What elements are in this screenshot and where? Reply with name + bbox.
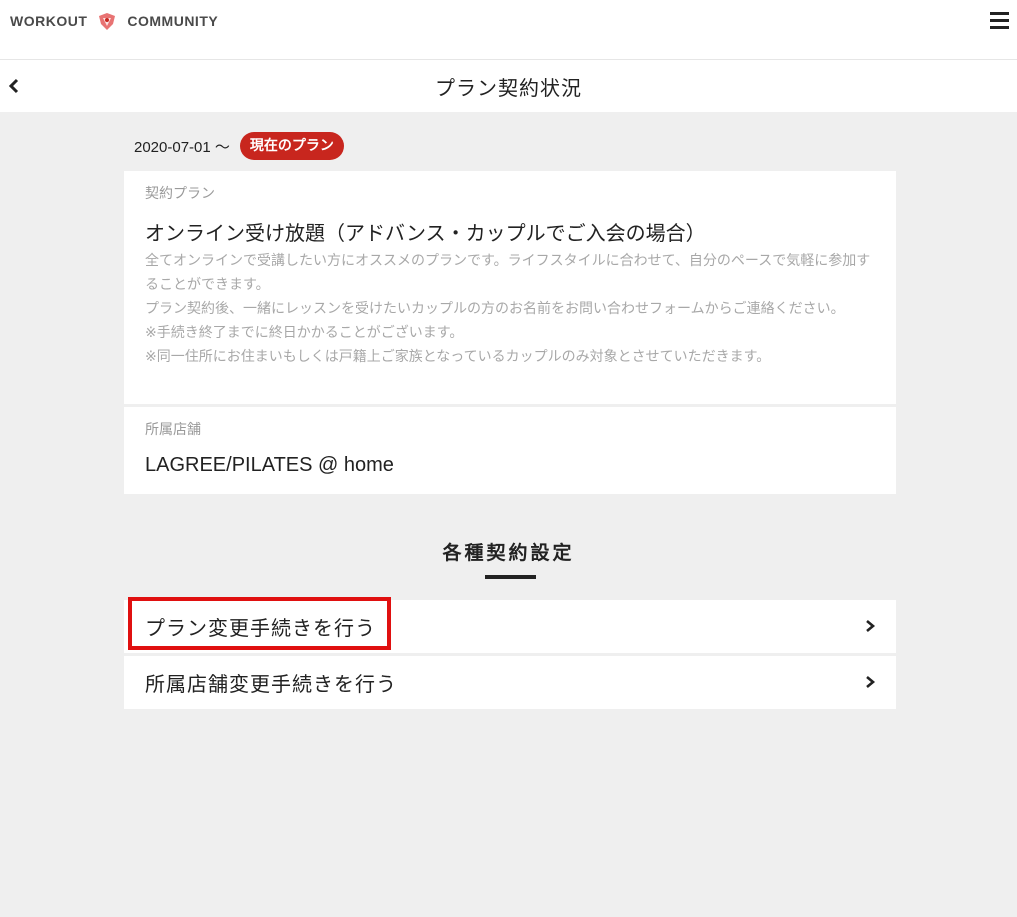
hamburger-menu-icon[interactable] <box>990 11 1010 29</box>
top-bar: WORKOUT COMMUNITY <box>0 0 1017 60</box>
plan-description-line: ※手続き終了までに終日かかることがございます。 <box>145 325 464 341</box>
plan-description-line: ※同一住所にお住まいもしくは戸籍上ご家族となっているカップルのみ対象とさせていた… <box>145 349 771 365</box>
change-store-button[interactable]: 所属店舗変更手続きを行う <box>124 656 896 709</box>
change-plan-label: プラン変更手続きを行う <box>145 616 376 640</box>
change-store-label: 所属店舗変更手続きを行う <box>145 672 397 696</box>
contract-period: 2020-07-01 〜 現在のプラン <box>134 131 344 161</box>
section-underline <box>485 575 536 579</box>
page-title: プラン契約状況 <box>435 76 582 100</box>
change-plan-button[interactable]: プラン変更手続きを行う <box>124 600 896 653</box>
chevron-right-icon <box>866 620 876 632</box>
logo-text-community: COMMUNITY <box>127 13 219 29</box>
chevron-right-icon <box>866 676 876 688</box>
logo-text-workout: WORKOUT <box>10 13 88 29</box>
plan-name: オンライン受け放題（アドバンス・カップルでご入会の場合） <box>145 221 706 245</box>
current-plan-badge: 現在のプラン <box>239 132 344 160</box>
plan-label: 契約プラン <box>145 186 215 202</box>
logo-mark-icon <box>99 13 116 30</box>
plan-card: 契約プラン オンライン受け放題（アドバンス・カップルでご入会の場合） 全てオンラ… <box>124 171 896 404</box>
plan-description: 全てオンラインで受講したい方にオススメのプランです。ライフスタイルに合わせて、自… <box>145 249 880 369</box>
plan-description-line: プラン契約後、一緒にレッスンを受けたいカップルの方のお名前をお問い合わせフォーム… <box>145 301 845 317</box>
store-name: LAGREE/PILATES @ home <box>145 454 394 476</box>
contract-start-date: 2020-07-01 〜 <box>134 138 230 156</box>
settings-section-title: 各種契約設定 <box>442 542 575 564</box>
page-header: プラン契約状況 <box>0 60 1017 112</box>
site-logo[interactable]: WORKOUT COMMUNITY <box>10 10 218 32</box>
store-card: 所属店舗 LAGREE/PILATES @ home <box>124 407 896 494</box>
plan-description-line: 全てオンラインで受講したい方にオススメのプランです。ライフスタイルに合わせて、自… <box>145 253 871 293</box>
store-label: 所属店舗 <box>145 422 201 438</box>
